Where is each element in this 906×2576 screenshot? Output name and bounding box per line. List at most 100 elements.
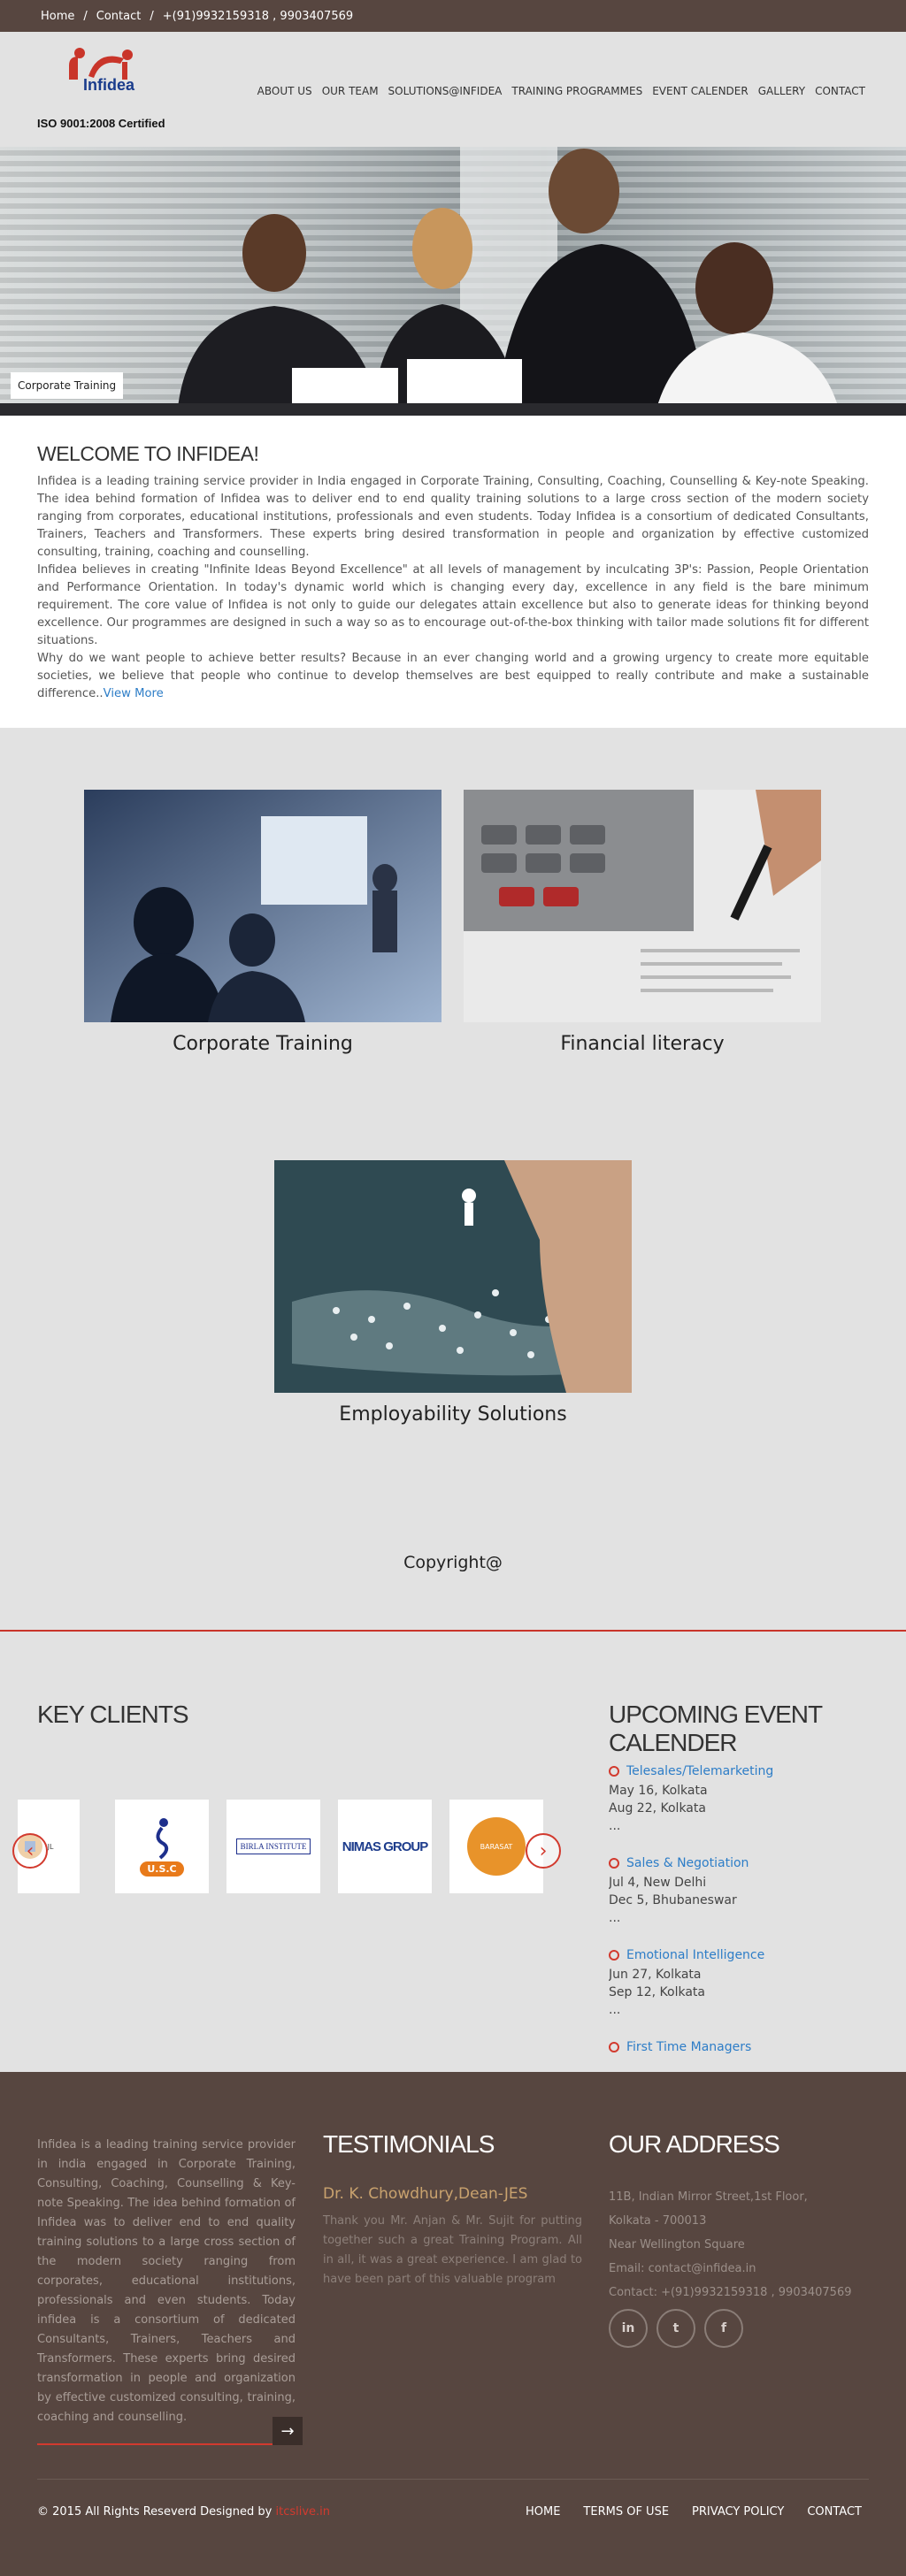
welcome-paragraph-1: Infidea is a leading training service pr… [37, 475, 869, 559]
twitter-icon[interactable]: t [656, 2309, 695, 2348]
event-date: Sep 12, Kolkata [609, 1985, 705, 1999]
address-line: Kolkata - 700013 [609, 2214, 707, 2228]
testimonial-author: Dr. K. Chowdhury,Dean-JES [323, 2185, 528, 2203]
nav-about-us[interactable]: ABOUT US [257, 85, 312, 97]
event-item: First Time Managers [609, 2038, 874, 2056]
subscribe-input-line[interactable] [37, 2443, 274, 2445]
designer-link[interactable]: itcslive.in [276, 2505, 331, 2519]
client-logo-text: JL [47, 1842, 54, 1851]
clients-events-section: KEY CLIENTS UPCOMING EVENT CALENDER JL U… [0, 1630, 906, 2072]
client-logo-carousel: JL U.S.C BIRLA INSTITUTE NIMAS GROUP BAR… [18, 1800, 566, 1897]
employability-image [274, 1160, 632, 1393]
nav-event-calender[interactable]: EVENT CALENDER [652, 85, 749, 97]
subscribe-arrow-button[interactable]: → [273, 2417, 303, 2445]
view-more-link[interactable]: View More [104, 687, 164, 700]
service-card-employability[interactable]: Employability Solutions [274, 1160, 632, 1426]
event-title-link[interactable]: Telesales/Telemarketing [626, 1762, 773, 1780]
site-logo[interactable]: Infidea ISO 9001:2008 Certified [37, 46, 179, 134]
corporate-training-image [84, 790, 441, 1022]
top-separator: / [150, 9, 154, 23]
welcome-section: WELCOME TO INFIDEA! Infidea is a leading… [0, 416, 906, 728]
event-item: Sales & Negotiation Jul 4, New Delhi Dec… [609, 1854, 874, 1927]
site-header: Infidea ISO 9001:2008 Certified ABOUT US… [0, 32, 906, 147]
address-block: 11B, Indian Mirror Street,1st Floor, Kol… [609, 2185, 852, 2305]
event-date: May 16, Kolkata [609, 1784, 708, 1798]
iso-certification: ISO 9001:2008 Certified [37, 117, 165, 130]
service-card-corporate-training[interactable]: Corporate Training [84, 790, 441, 1055]
client-logo-text: NIMAS GROUP [342, 1838, 429, 1854]
nav-gallery[interactable]: GALLERY [758, 85, 805, 97]
site-footer: Infidea is a leading training service pr… [0, 2072, 906, 2576]
event-title-link[interactable]: Emotional Intelligence [626, 1946, 764, 1964]
testimonial: Dr. K. Chowdhury,Dean-JES Thank you Mr. … [323, 2185, 582, 2289]
top-separator: / [83, 9, 88, 23]
event-more: ... [609, 2003, 621, 2017]
nav-our-team[interactable]: OUR TEAM [322, 85, 379, 97]
welcome-paragraph-3: Why do we want people to achieve better … [37, 650, 869, 703]
footer-divider [37, 2479, 869, 2480]
event-date: Dec 5, Bhubaneswar [609, 1893, 737, 1907]
copyright-text: Copyright@ [403, 1553, 503, 1572]
top-home-link[interactable]: Home [41, 10, 74, 23]
facebook-icon[interactable]: f [704, 2309, 743, 2348]
event-more: ... [609, 1819, 621, 1833]
event-item: Telesales/Telemarketing May 16, Kolkata … [609, 1762, 874, 1835]
upcoming-events-title: UPCOMING EVENT CALENDER [609, 1701, 823, 1756]
client-logo-text: BIRLA INSTITUTE [235, 1838, 311, 1854]
logo-brand-text: Infidea [83, 76, 135, 94]
footer-nav-home[interactable]: HOME [526, 2505, 560, 2519]
event-title-link[interactable]: Sales & Negotiation [626, 1854, 749, 1872]
hero-caption: Corporate Training [11, 372, 124, 399]
clock-icon [609, 1766, 619, 1777]
hero-banner: Corporate Training [0, 147, 906, 416]
top-bar: Home / Contact / +(91)9932159318 , 99034… [0, 0, 906, 32]
nav-training-programmes[interactable]: TRAINING PROGRAMMES [511, 85, 642, 97]
service-card-financial-literacy[interactable]: Financial literacy [464, 790, 821, 1055]
address-contact: Contact: +(91)9932159318 , 9903407569 [609, 2286, 852, 2299]
footer-about-text: Infidea is a leading training service pr… [37, 2138, 296, 2424]
service-label: Corporate Training [173, 1033, 353, 1055]
event-date: Jun 27, Kolkata [609, 1968, 702, 1982]
social-links: in t f [609, 2309, 743, 2348]
client-logo[interactable]: U.S.C [115, 1800, 209, 1893]
welcome-title: WELCOME TO INFIDEA! [37, 442, 259, 465]
testimonials-title: TESTIMONIALS [323, 2130, 495, 2158]
address-email: Email: contact@infidea.in [609, 2262, 756, 2275]
key-clients-title: KEY CLIENTS [37, 1701, 189, 1728]
event-list: Telesales/Telemarketing May 16, Kolkata … [609, 1762, 874, 2059]
main-nav: ABOUT US OUR TEAM SOLUTIONS@INFIDEA TRAI… [257, 85, 865, 97]
event-item: Emotional Intelligence Jun 27, Kolkata S… [609, 1946, 874, 2019]
service-label: Employability Solutions [339, 1403, 567, 1426]
nav-contact[interactable]: CONTACT [815, 85, 865, 97]
top-contact-link[interactable]: Contact [96, 10, 142, 23]
event-date: Jul 4, New Delhi [609, 1876, 707, 1890]
address-title: OUR ADDRESS [609, 2130, 780, 2158]
welcome-paragraph-2: Infidea believes in creating "Infinite I… [37, 563, 869, 647]
clock-icon [609, 1858, 619, 1869]
clock-icon [609, 1950, 619, 1961]
client-badge-icon: BARASAT [467, 1817, 526, 1876]
clock-icon [609, 2042, 619, 2052]
address-line: 11B, Indian Mirror Street,1st Floor, [609, 2190, 808, 2204]
footer-copyright-text: © 2015 All Rights Reseverd Designed by [37, 2505, 273, 2519]
address-line: Near Wellington Square [609, 2238, 745, 2251]
top-phone: +(91)9932159318 , 9903407569 [162, 9, 354, 23]
footer-nav-contact[interactable]: CONTACT [807, 2505, 862, 2519]
event-more: ... [609, 1911, 621, 1925]
carousel-prev-button[interactable]: ‹ [12, 1833, 48, 1869]
footer-nav-terms[interactable]: TERMS OF USE [583, 2505, 669, 2519]
hero-photo [0, 147, 906, 416]
carousel-next-button[interactable]: › [526, 1833, 561, 1869]
event-title-link[interactable]: First Time Managers [626, 2038, 751, 2056]
client-logo-text: U.S.C [140, 1861, 184, 1877]
client-runner-icon [156, 1817, 169, 1860]
footer-nav-privacy[interactable]: PRIVACY POLICY [692, 2505, 784, 2519]
footer-subscribe: → [37, 2417, 303, 2445]
client-logo[interactable]: BIRLA INSTITUTE [226, 1800, 320, 1893]
financial-literacy-image [464, 790, 821, 1022]
client-logo[interactable]: NIMAS GROUP [338, 1800, 432, 1893]
linkedin-icon[interactable]: in [609, 2309, 648, 2348]
event-date: Aug 22, Kolkata [609, 1801, 706, 1815]
nav-solutions[interactable]: SOLUTIONS@INFIDEA [388, 85, 503, 97]
footer-copyright: © 2015 All Rights Reseverd Designed by i… [37, 2505, 330, 2519]
